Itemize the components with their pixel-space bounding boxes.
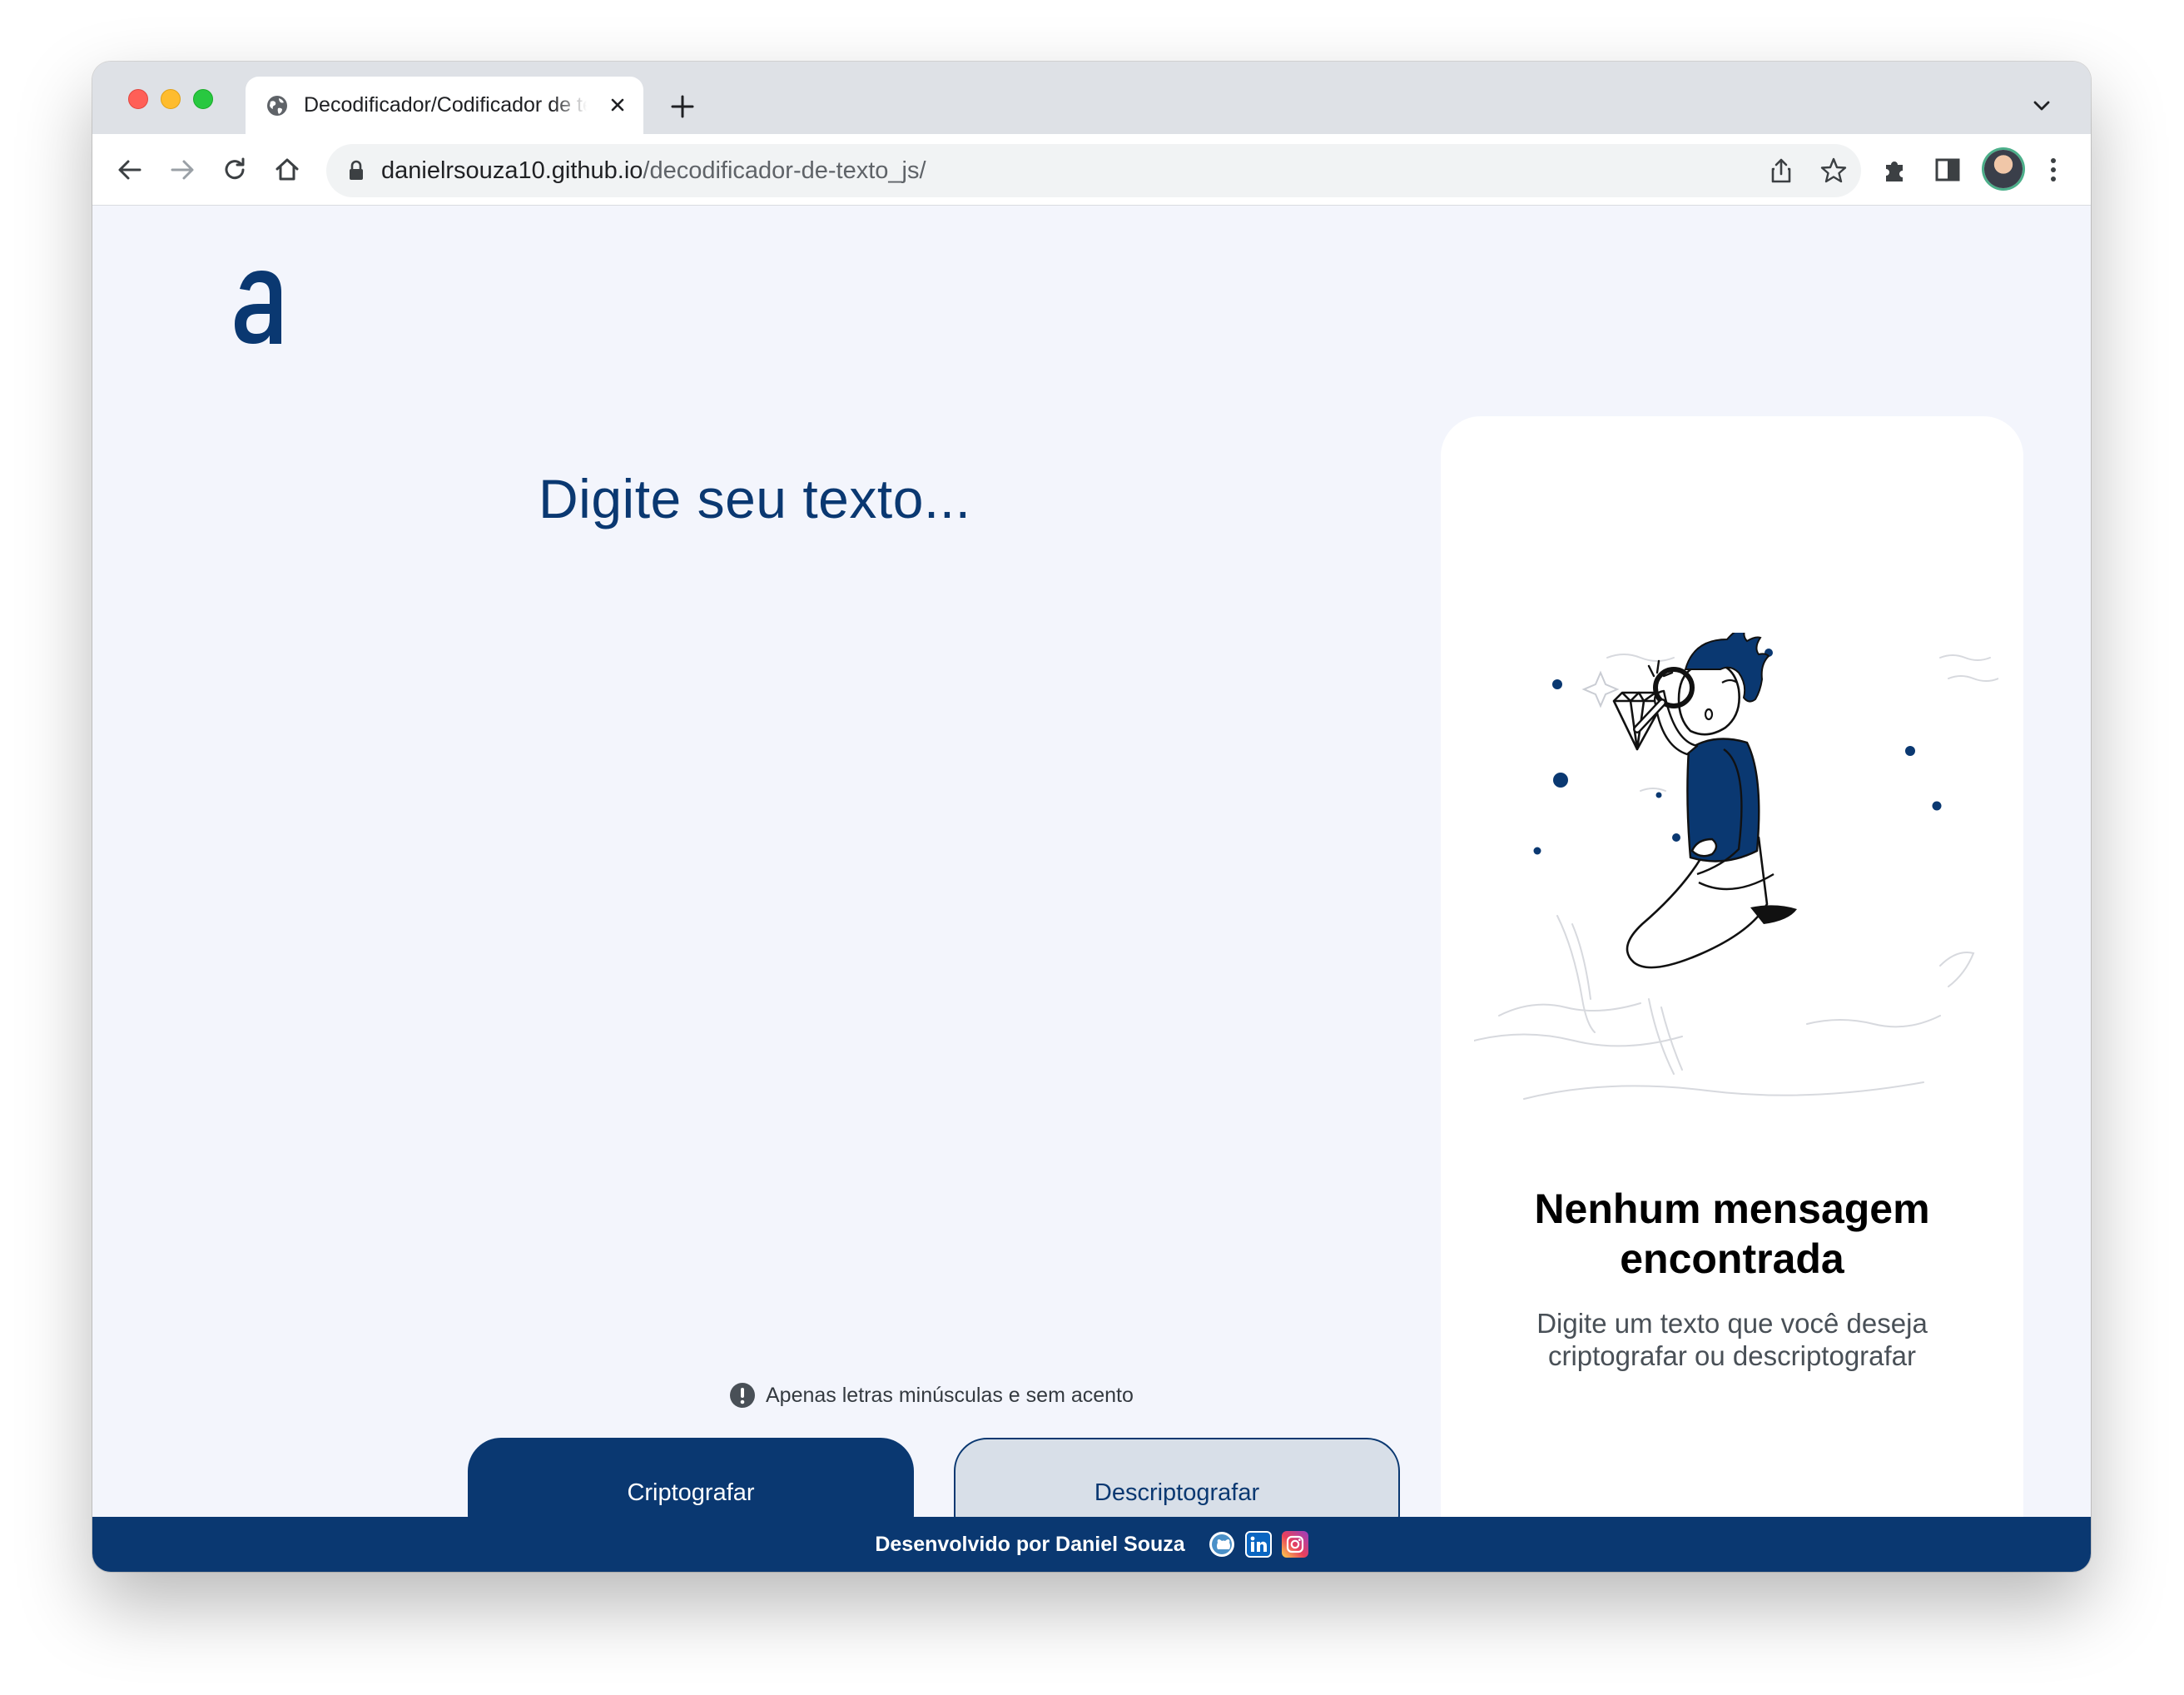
zoom-window-button[interactable] bbox=[193, 89, 213, 109]
forward-arrow-icon[interactable] bbox=[166, 153, 199, 186]
instagram-icon[interactable] bbox=[1281, 1531, 1308, 1558]
hint-text: Apenas letras minúsculas e sem acento bbox=[766, 1383, 1134, 1407]
tab-title: Decodificador/Codificador de texto bbox=[304, 93, 587, 117]
empty-state-title-line2: encontrada bbox=[1620, 1235, 1844, 1282]
url-path: /decodificador-de-texto_js/ bbox=[643, 157, 926, 184]
browser-tab[interactable]: Decodificador/Codificador de texto bbox=[246, 77, 643, 134]
tab-strip: Decodificador/Codificador de texto bbox=[92, 62, 2091, 134]
extensions-puzzle-icon[interactable] bbox=[1879, 153, 1912, 186]
more-menu-icon[interactable] bbox=[2037, 153, 2070, 186]
plus-icon[interactable] bbox=[668, 92, 697, 121]
text-input-area[interactable]: Digite seu texto... bbox=[539, 467, 970, 530]
home-icon[interactable] bbox=[271, 153, 304, 186]
alura-logo bbox=[235, 271, 281, 344]
url-host: danielrsouza10.github.io bbox=[381, 157, 643, 184]
share-icon[interactable] bbox=[1766, 156, 1796, 186]
reload-icon[interactable] bbox=[218, 153, 251, 186]
minimize-window-button[interactable] bbox=[161, 89, 181, 109]
github-icon[interactable] bbox=[1209, 1531, 1235, 1558]
exclamation-circle-icon bbox=[730, 1383, 755, 1408]
footer-credit: Desenvolvido por Daniel Souza bbox=[875, 1532, 1185, 1556]
browser-toolbar: danielrsouza10.github.io/decodificador-d… bbox=[92, 134, 2091, 206]
footer: Desenvolvido por Daniel Souza bbox=[92, 1517, 2091, 1572]
lock-icon[interactable] bbox=[348, 160, 365, 181]
url-text[interactable]: danielrsouza10.github.io/decodificador-d… bbox=[381, 157, 926, 185]
side-panel-icon[interactable] bbox=[1931, 153, 1964, 186]
chevron-down-icon[interactable] bbox=[2031, 95, 2052, 117]
empty-state-title-line1: Nenhum mensagem bbox=[1534, 1186, 1930, 1232]
page-content: Digite seu texto... Apenas letras minúsc… bbox=[92, 206, 2091, 1572]
linkedin-icon[interactable] bbox=[1244, 1531, 1272, 1558]
address-bar[interactable]: danielrsouza10.github.io/decodificador-d… bbox=[326, 144, 1861, 197]
close-icon[interactable] bbox=[607, 94, 628, 116]
star-icon[interactable] bbox=[1819, 156, 1849, 186]
profile-avatar[interactable] bbox=[1984, 150, 2023, 188]
browser-window: Decodificador/Codificador de texto bbox=[92, 62, 2091, 1572]
back-arrow-icon[interactable] bbox=[113, 153, 146, 186]
output-card: Nenhum mensagem encontrada Digite um tex… bbox=[1441, 416, 2023, 1572]
globe-icon bbox=[267, 95, 287, 116]
empty-state-title: Nenhum mensagem encontrada bbox=[1441, 1184, 2023, 1284]
close-window-button[interactable] bbox=[128, 89, 148, 109]
person-with-magnifier-illustration bbox=[1474, 633, 1998, 1100]
empty-state-text: Digite um texto que você deseja criptogr… bbox=[1536, 1308, 1928, 1371]
input-hint: Apenas letras minúsculas e sem acento bbox=[729, 1382, 1134, 1409]
